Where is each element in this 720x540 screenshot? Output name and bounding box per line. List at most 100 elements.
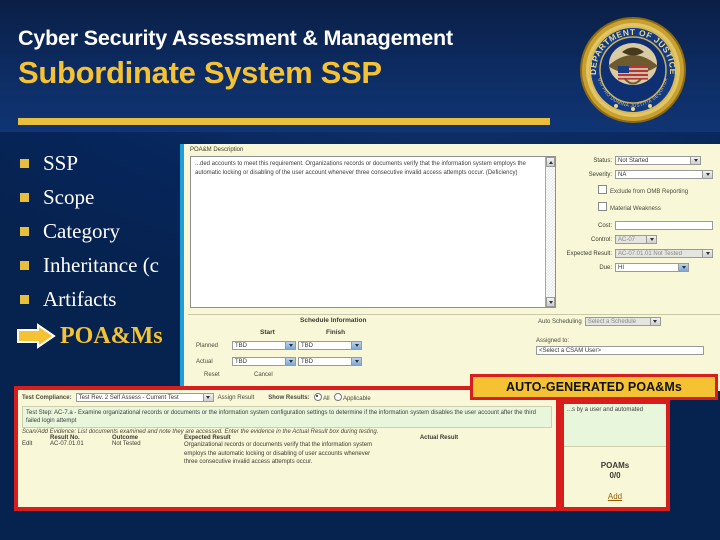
- cost-row: Cost:: [566, 221, 716, 230]
- show-results-applicable-label: Applicable: [342, 395, 371, 402]
- arrow-bullet-icon: [16, 323, 56, 349]
- control-row: Control: AC-07: [566, 235, 716, 244]
- chevron-down-icon[interactable]: [649, 318, 660, 325]
- page-eyebrow: Cyber Security Assessment & Management: [18, 26, 453, 50]
- row-outcome: Not Tested: [112, 441, 141, 447]
- due-row: Due: HI: [566, 263, 716, 272]
- auto-scheduling-row: Auto Scheduling Select a Schedule: [538, 317, 661, 326]
- auto-generated-poams-banner: AUTO-GENERATED POA&Ms: [470, 374, 718, 400]
- auto-scheduling-select[interactable]: Select a Schedule: [584, 317, 661, 326]
- table-row[interactable]: Edit AC-07.01.01 Not Tested Organization…: [22, 441, 552, 467]
- material-weakness-checkbox[interactable]: [598, 202, 607, 211]
- show-results-all-radio[interactable]: All: [313, 392, 330, 403]
- square-bullet-icon: [20, 260, 29, 270]
- cost-label: Cost:: [597, 222, 612, 229]
- cancel-button[interactable]: Cancel: [254, 371, 273, 379]
- control-label: Control:: [590, 236, 612, 243]
- row-expand-link[interactable]: Edit: [22, 441, 50, 467]
- material-weakness-checkbox-row[interactable]: Material Weakness: [598, 202, 716, 213]
- row-result-no: AC-07.01.01: [50, 441, 84, 447]
- poam-description-box: ...ded accounts to meet this requirement…: [190, 156, 556, 308]
- poams-side-note: ...s by a user and automated: [564, 404, 666, 447]
- control-value: AC-07: [618, 237, 636, 243]
- list-item-label: Inheritance (c: [43, 252, 160, 277]
- assigned-to-input[interactable]: <Select a CSAM User>: [536, 346, 704, 355]
- poams-add-link[interactable]: Add: [564, 492, 666, 501]
- exclude-omb-checkbox[interactable]: [598, 185, 607, 194]
- schedule-caption: Schedule Information: [300, 317, 367, 324]
- square-bullet-icon: [20, 294, 29, 304]
- planned-label: Planned: [196, 342, 219, 349]
- due-value: HI: [618, 265, 624, 271]
- cost-input[interactable]: [615, 221, 713, 230]
- list-item-label: Category: [43, 218, 120, 243]
- planned-finish-value: TBD: [301, 343, 313, 349]
- start-column-header: Start: [260, 329, 275, 336]
- actual-start-select[interactable]: TBD: [232, 357, 296, 366]
- description-scrollbar[interactable]: [545, 157, 555, 307]
- chevron-down-icon[interactable]: [678, 264, 688, 271]
- finish-column-header: Finish: [326, 329, 346, 336]
- title-divider: [18, 118, 550, 125]
- actual-label: Actual: [196, 358, 213, 365]
- status-value: Not Started: [618, 158, 649, 164]
- chevron-down-icon[interactable]: [702, 250, 712, 257]
- planned-row: Planned TBD TBD: [196, 341, 362, 350]
- chevron-down-icon[interactable]: [351, 342, 361, 349]
- severity-row: Severity: NA: [566, 170, 716, 179]
- status-label: Status:: [593, 157, 612, 164]
- show-results-applicable-radio[interactable]: Applicable: [333, 392, 371, 403]
- scroll-up-button[interactable]: [546, 157, 555, 167]
- test-step-block: Test Step: AC-7.a - Examine organization…: [22, 406, 552, 428]
- status-select[interactable]: Not Started: [615, 156, 701, 165]
- severity-label: Severity:: [588, 171, 612, 178]
- due-label: Due:: [599, 264, 612, 271]
- current-list-item-label: POA&Ms: [60, 322, 163, 349]
- due-select[interactable]: HI: [615, 263, 689, 272]
- expected-result-select[interactable]: AC-07.01.01 Not Tested: [615, 249, 713, 258]
- page-title: Subordinate System SSP: [18, 55, 382, 90]
- test-compliance-label: Test Compliance:: [22, 394, 72, 401]
- test-results-screenshot: Test Compliance: Test Rev. 2 Self Assess…: [14, 386, 560, 511]
- poam-attributes-panel: Status: Not Started Severity: NA Exclude…: [566, 156, 716, 277]
- poams-side-panel: ...s by a user and automated POAMs 0/0 A…: [560, 400, 670, 511]
- show-results-all-label: All: [322, 395, 330, 402]
- test-compliance-select[interactable]: Test Rev. 2 Self Assess - Current Test: [75, 393, 214, 402]
- list-item-label: Artifacts: [43, 286, 117, 311]
- show-results-label: Show Results:: [268, 394, 310, 401]
- poams-side-title: POAMs: [600, 461, 630, 470]
- scroll-down-button[interactable]: [546, 297, 555, 307]
- planned-start-select[interactable]: TBD: [232, 341, 296, 350]
- chevron-down-icon[interactable]: [646, 236, 656, 243]
- expected-result-value: AC-07.01.01 Not Tested: [618, 251, 682, 257]
- actual-start-value: TBD: [235, 359, 247, 365]
- severity-select[interactable]: NA: [615, 170, 713, 179]
- assign-result-button[interactable]: Assign Result: [218, 394, 255, 402]
- severity-value: NA: [618, 172, 627, 178]
- expected-result-row: Expected Result: AC-07.01.01 Not Tested: [566, 249, 716, 258]
- planned-finish-select[interactable]: TBD: [298, 341, 362, 350]
- material-weakness-label: Material Weakness: [610, 206, 661, 212]
- actual-finish-value: TBD: [301, 359, 313, 365]
- chevron-down-icon[interactable]: [702, 171, 712, 178]
- chevron-down-icon[interactable]: [351, 358, 361, 365]
- poam-detail-screenshot: POA&M Description ...ded accounts to mee…: [180, 144, 720, 391]
- doj-seal-icon: DEPARTMENT OF JUSTICE QUI PRO DOMINA JUS…: [578, 14, 688, 126]
- actual-finish-select[interactable]: TBD: [298, 357, 362, 366]
- chevron-down-icon[interactable]: [202, 394, 213, 401]
- row-expected-result: Organizational records or documents veri…: [184, 442, 373, 465]
- auto-scheduling-value: Select a Schedule: [587, 319, 637, 325]
- poam-description-text: ...ded accounts to meet this requirement…: [195, 161, 526, 176]
- list-item-label: Scope: [43, 184, 95, 209]
- planned-start-value: TBD: [235, 343, 247, 349]
- chevron-down-icon[interactable]: [690, 157, 700, 164]
- exclude-omb-checkbox-row[interactable]: Exclude from OMB Reporting: [598, 185, 716, 196]
- square-bullet-icon: [20, 192, 29, 202]
- chevron-down-icon[interactable]: [285, 342, 295, 349]
- results-table: Result No. Outcome Expected Result Actua…: [18, 435, 556, 467]
- reset-button[interactable]: Reset: [204, 371, 220, 379]
- control-select[interactable]: AC-07: [615, 235, 657, 244]
- chevron-down-icon[interactable]: [285, 358, 295, 365]
- assigned-to-label: Assigned to:: [536, 338, 570, 344]
- list-item-label: SSP: [43, 150, 79, 175]
